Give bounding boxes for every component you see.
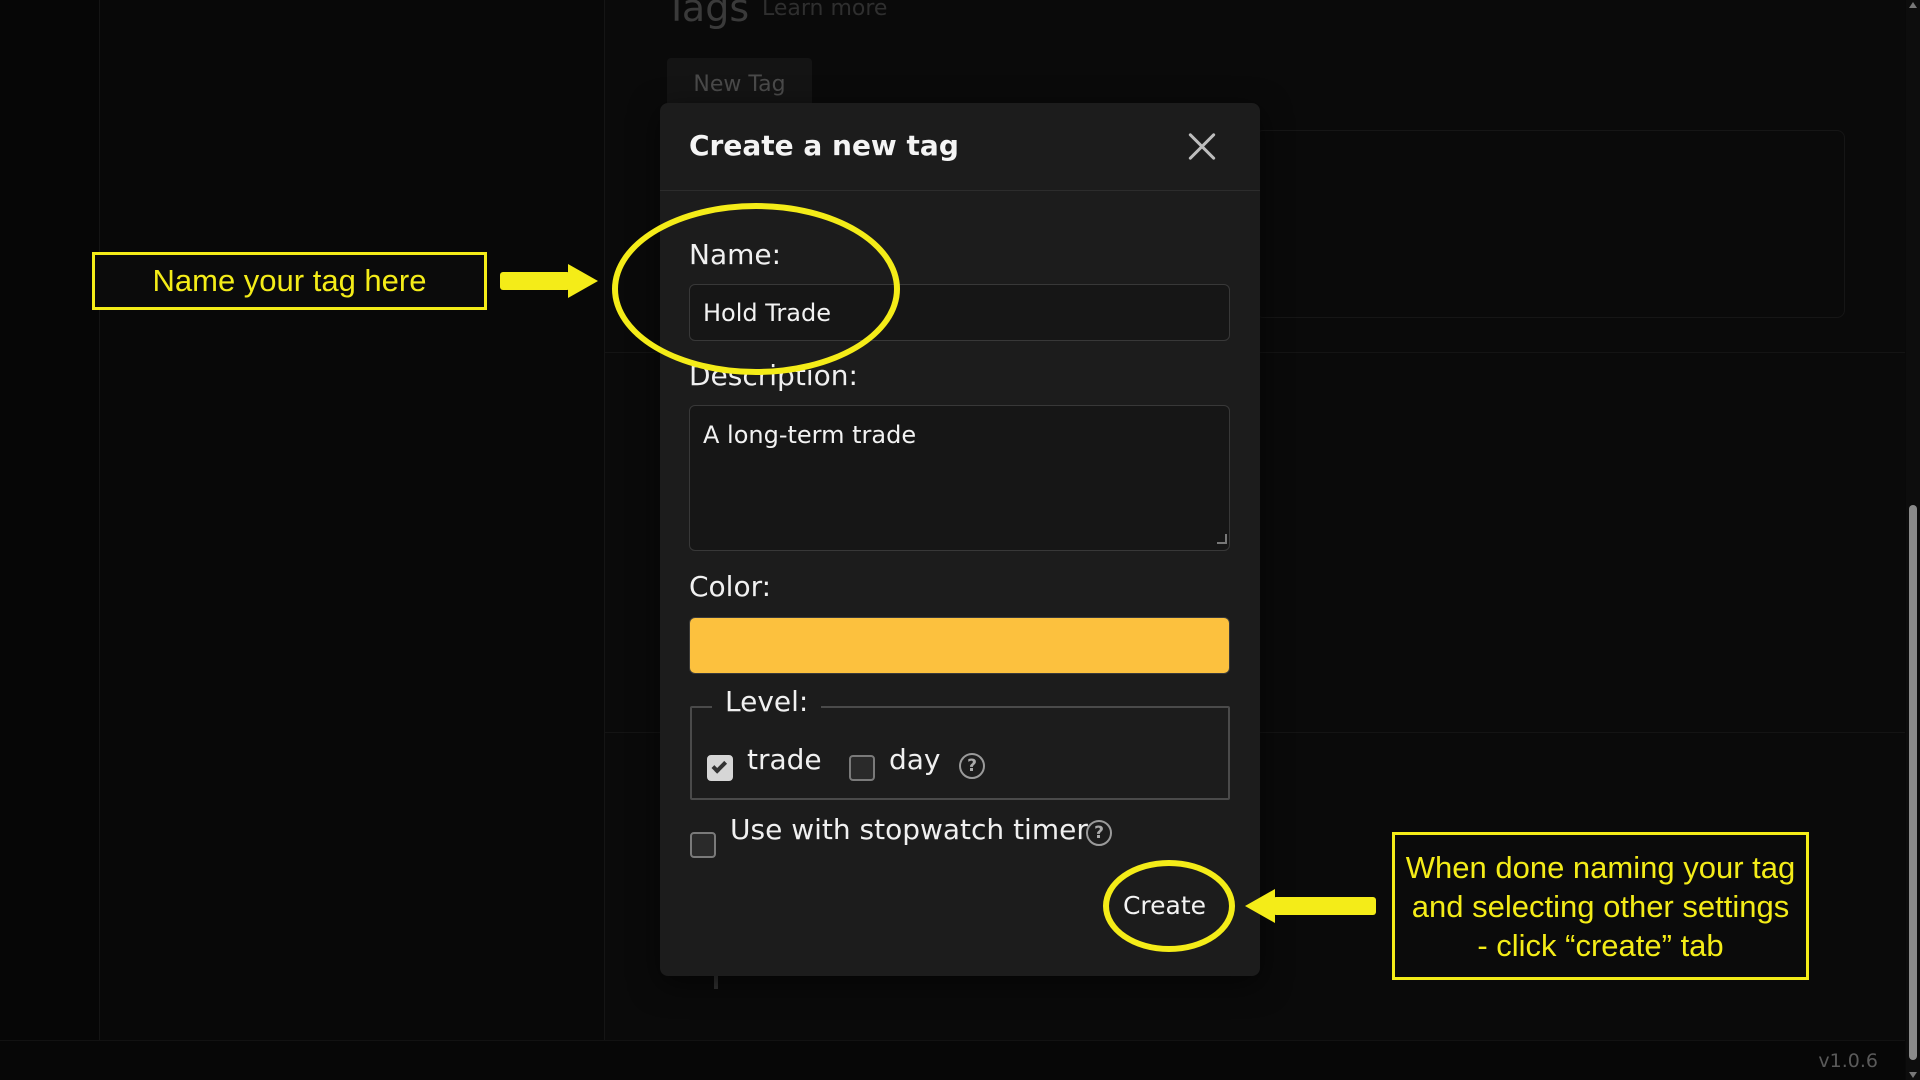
color-label: Color: <box>689 570 772 603</box>
version-label: v1.0.6 <box>1818 1050 1878 1072</box>
modal-header: Create a new tag <box>660 103 1260 191</box>
create-highlight-ellipse <box>1103 860 1235 952</box>
sidebar <box>100 0 605 1040</box>
help-icon[interactable]: ? <box>959 753 985 779</box>
create-callout: When done naming your tag and selecting … <box>1392 832 1809 980</box>
day-checkbox[interactable] <box>849 755 875 781</box>
left-pane <box>0 0 100 1040</box>
stopwatch-checkbox[interactable] <box>690 832 716 858</box>
color-picker[interactable] <box>689 617 1230 674</box>
resize-handle-icon[interactable] <box>1217 534 1227 544</box>
level-fieldset: Level: trade day ? <box>690 685 1230 800</box>
stopwatch-label: Use with stopwatch timer <box>730 813 1088 846</box>
close-icon[interactable] <box>1182 127 1222 167</box>
checkmark-icon <box>711 758 728 774</box>
chart-tick <box>714 975 718 989</box>
stopwatch-help-icon[interactable]: ? <box>1086 820 1112 846</box>
scroll-up-arrow-icon[interactable] <box>1909 2 1917 8</box>
footer-bar <box>0 1040 1905 1080</box>
scroll-down-arrow-icon[interactable] <box>1909 1072 1917 1078</box>
name-callout: Name your tag here <box>92 252 487 310</box>
scrollbar[interactable] <box>1906 0 1920 1080</box>
description-textarea[interactable]: A long-term trade <box>689 405 1230 551</box>
trade-checkbox[interactable] <box>707 755 733 781</box>
name-highlight-ellipse <box>612 203 900 375</box>
trade-label: trade <box>747 743 822 776</box>
page-title: Tags <box>665 0 750 30</box>
day-label: day <box>889 743 941 776</box>
modal-title: Create a new tag <box>689 129 959 162</box>
level-legend: Level: <box>712 685 822 718</box>
learn-more-link[interactable]: Learn more <box>762 0 887 21</box>
scrollbar-thumb[interactable] <box>1909 505 1917 1060</box>
tag-card <box>1255 130 1845 318</box>
